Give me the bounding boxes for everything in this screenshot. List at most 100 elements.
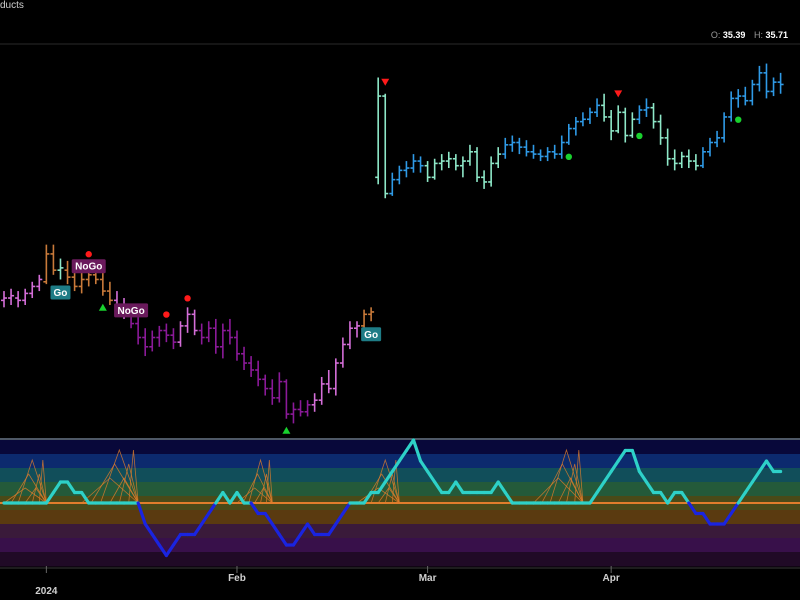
oscillator-band xyxy=(0,482,800,497)
price-chart[interactable]: Go NoGo NoGo Go 2024 Feb Mar Apr xyxy=(0,0,800,600)
price-bar xyxy=(241,346,248,370)
price-bar xyxy=(664,128,671,166)
price-bar xyxy=(276,372,283,403)
price-bar xyxy=(226,318,233,345)
x-axis-ticks: 2024 Feb Mar Apr xyxy=(35,566,620,597)
price-bar xyxy=(78,272,85,294)
price-bar xyxy=(777,72,784,94)
price-bar xyxy=(346,321,353,350)
go-tag: Go xyxy=(361,327,382,342)
price-bar xyxy=(523,140,530,157)
price-bar xyxy=(389,172,396,196)
price-bar xyxy=(290,402,297,424)
price-bar xyxy=(50,244,57,275)
price-bar xyxy=(657,114,664,145)
price-bar xyxy=(742,86,749,106)
price-bar xyxy=(191,309,198,336)
price-bar xyxy=(579,112,586,127)
price-bar xyxy=(488,156,495,187)
price-bar xyxy=(177,321,184,347)
signal-dot xyxy=(85,251,92,258)
price-bar xyxy=(530,144,537,159)
x-tick-label: Apr xyxy=(603,573,620,584)
price-bar xyxy=(756,65,763,92)
price-bar xyxy=(459,156,466,178)
signal-down-triangle xyxy=(614,90,623,98)
price-bar xyxy=(36,274,43,292)
price-bar xyxy=(15,291,22,308)
price-bar xyxy=(721,112,728,143)
price-bar xyxy=(212,318,219,354)
oscillator-band xyxy=(0,468,800,483)
price-bar xyxy=(149,330,156,352)
price-bar xyxy=(558,135,565,159)
price-bar xyxy=(354,321,360,338)
price-bar xyxy=(255,360,262,387)
price-bar xyxy=(417,156,424,173)
signal-dot xyxy=(565,153,572,161)
price-bar xyxy=(615,105,622,134)
price-bar xyxy=(728,91,735,122)
price-bar xyxy=(1,291,7,308)
price-bar xyxy=(325,370,332,394)
signal-up-triangle xyxy=(282,426,291,434)
price-bar xyxy=(594,98,601,117)
price-bar xyxy=(304,400,311,417)
price-bar xyxy=(707,137,713,157)
x-tick-label: Mar xyxy=(419,573,437,584)
price-bar xyxy=(142,328,149,357)
price-bar xyxy=(318,376,325,405)
price-bar xyxy=(509,135,516,152)
price-bar xyxy=(452,154,459,171)
price-bar xyxy=(99,272,106,296)
price-bar xyxy=(22,288,29,305)
price-bar xyxy=(403,161,410,178)
price-bar xyxy=(643,98,650,117)
price-bar xyxy=(170,328,177,350)
signal-dot xyxy=(636,132,643,140)
price-bar xyxy=(135,314,142,345)
price-bar xyxy=(156,325,163,347)
price-bar xyxy=(396,165,403,185)
price-bar xyxy=(622,107,629,143)
price-bar xyxy=(198,323,205,345)
x-tick-label: 2024 xyxy=(35,586,58,597)
price-bar xyxy=(163,323,170,343)
price-bar xyxy=(311,393,318,412)
signal-dot xyxy=(735,116,742,123)
price-bar xyxy=(8,288,15,305)
price-bar xyxy=(205,321,212,343)
price-bar xyxy=(29,281,36,299)
price-bar xyxy=(516,137,523,155)
signal-dot xyxy=(163,311,170,318)
price-bar xyxy=(424,161,431,182)
price-bar xyxy=(699,147,706,169)
price-bar xyxy=(375,77,382,185)
price-bar xyxy=(537,149,544,162)
price-bar xyxy=(382,93,389,199)
price-bar xyxy=(629,112,636,138)
price-bar xyxy=(763,63,770,99)
price-bar xyxy=(233,330,240,361)
price-bar xyxy=(262,374,269,396)
signal-down-triangle xyxy=(381,78,390,86)
price-bar xyxy=(586,107,593,124)
oscillator-band xyxy=(0,538,800,553)
oscillator-band xyxy=(0,510,800,525)
price-bar xyxy=(283,379,290,419)
price-bar xyxy=(106,281,113,305)
nogo-tag: NoGo xyxy=(71,259,106,274)
price-bar xyxy=(219,323,226,359)
price-bar xyxy=(601,93,608,122)
price-bar xyxy=(248,356,255,377)
price-bar xyxy=(410,154,417,173)
price-bar xyxy=(565,123,572,145)
price-bar xyxy=(502,137,509,159)
oscillator-band xyxy=(0,524,800,539)
price-bar xyxy=(43,244,50,285)
price-bar xyxy=(735,89,742,108)
x-tick-label: Feb xyxy=(228,573,246,584)
price-bar xyxy=(269,379,276,405)
price-bar xyxy=(608,110,615,141)
price-bar xyxy=(636,105,643,124)
